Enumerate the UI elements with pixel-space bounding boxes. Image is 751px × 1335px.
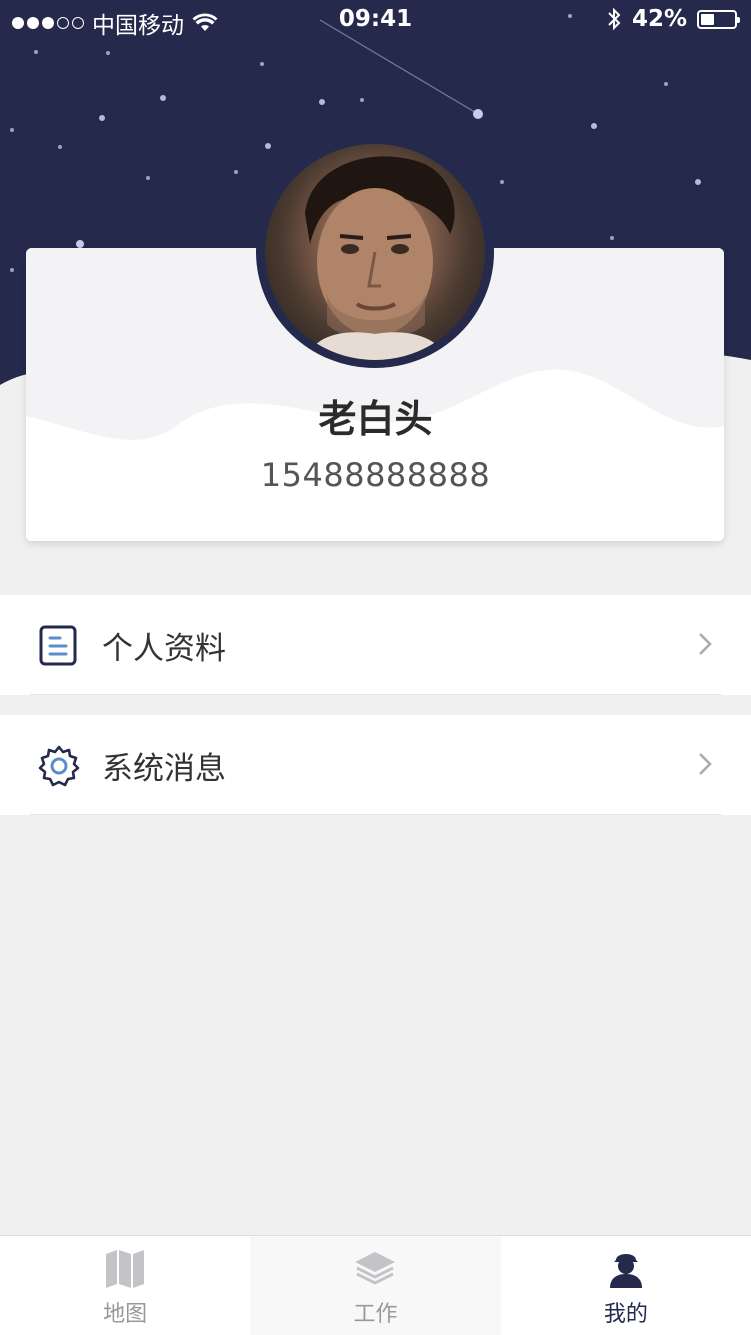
tab-label-map: 地图 <box>103 1302 148 1327</box>
divider <box>30 694 721 695</box>
tab-label-work: 工作 <box>353 1302 398 1327</box>
avatar[interactable] <box>265 144 485 360</box>
battery-percent: 42% <box>631 6 687 32</box>
battery-icon <box>697 9 740 29</box>
menu-item-personal-info[interactable]: 个人资料 <box>0 595 751 695</box>
user-name: 老白头 <box>318 397 433 441</box>
user-icon <box>609 1254 642 1288</box>
menu-item-system-messages[interactable]: 系统消息 <box>0 715 751 815</box>
divider <box>30 814 721 815</box>
chevron-right-icon <box>699 753 712 775</box>
document-icon <box>39 625 77 666</box>
avatar-portrait <box>305 156 455 360</box>
map-icon <box>106 1250 145 1288</box>
battery-fill <box>701 13 715 25</box>
avatar-frame[interactable] <box>256 136 494 368</box>
user-phone: 15488888888 <box>260 456 491 494</box>
tab-label-mine: 我的 <box>603 1302 648 1327</box>
tab-mine[interactable]: 我的 <box>501 1236 751 1335</box>
menu-label-personal-info: 个人资料 <box>102 631 226 667</box>
tab-work[interactable]: 工作 <box>250 1236 501 1335</box>
gear-icon <box>38 745 80 787</box>
chevron-right-icon <box>699 633 712 655</box>
bluetooth-icon <box>608 7 621 31</box>
menu-label-system-messages: 系统消息 <box>102 751 226 787</box>
tab-bar: 地图 工作 我的 <box>0 1235 751 1335</box>
tab-map[interactable]: 地图 <box>0 1236 250 1335</box>
layers-icon <box>355 1252 396 1285</box>
status-bar: 中国移动 09:41 42% <box>0 0 751 40</box>
